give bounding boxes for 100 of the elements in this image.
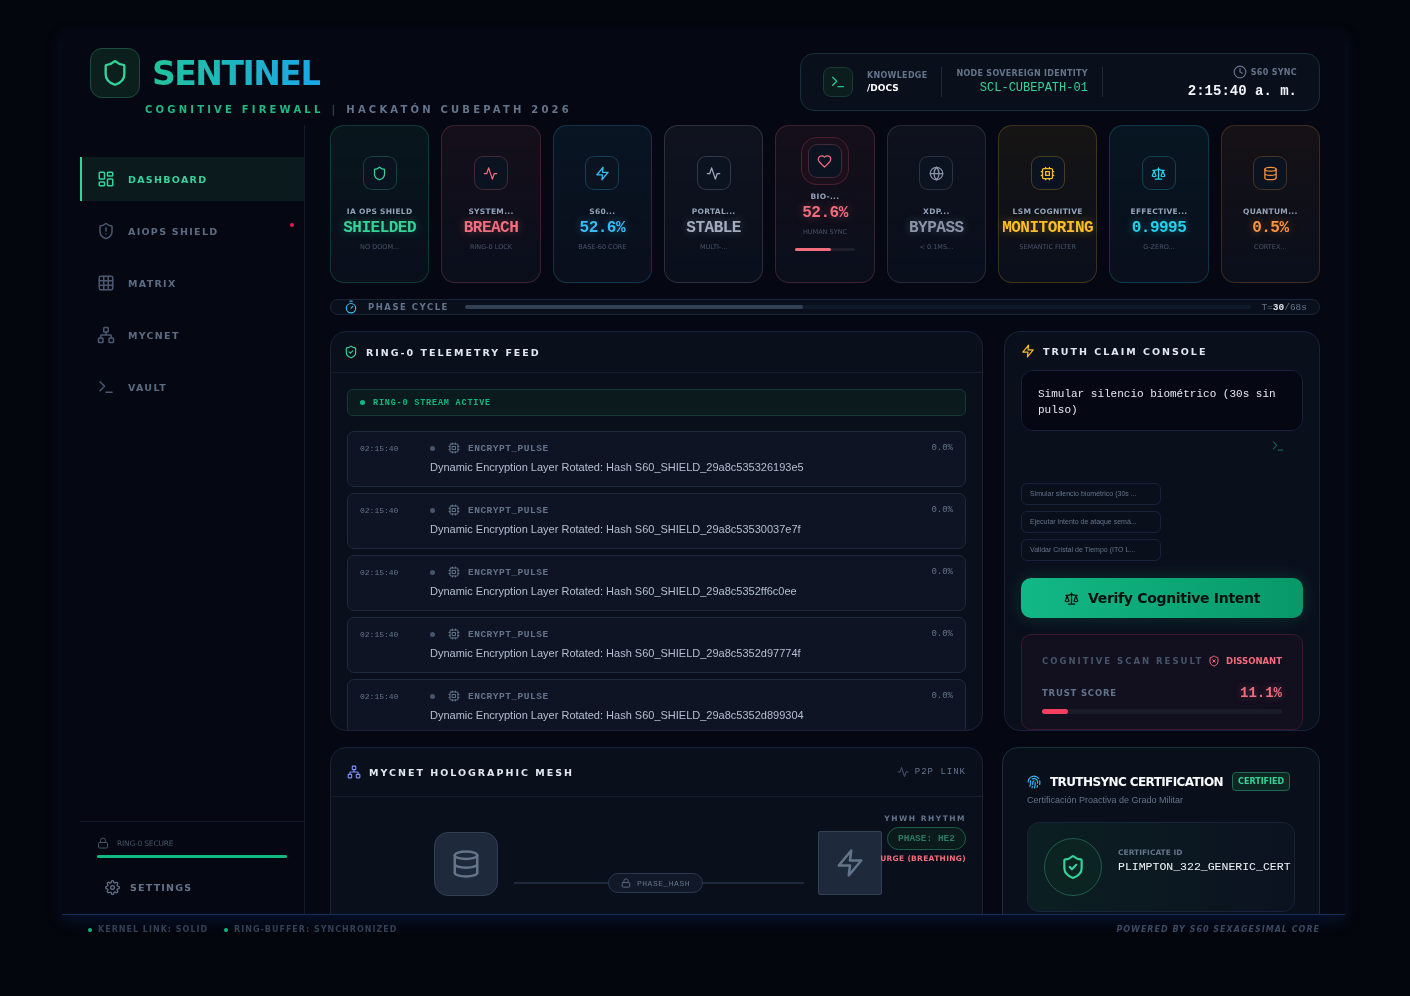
shield-check-icon (1060, 854, 1086, 880)
shield-check-icon (344, 345, 358, 359)
status-dot (430, 569, 435, 575)
card-value: 0.5% (1252, 219, 1289, 237)
chip-icon (448, 690, 460, 702)
log-message: Dynamic Encryption Layer Rotated: Hash S60_SHIELD_29a8c535326193e5 (430, 461, 805, 473)
dashboard-icon (97, 170, 115, 188)
certificate-id: PLIMPTON_322_GENERIC_CERT (1118, 860, 1291, 873)
terminal-button[interactable] (823, 67, 853, 97)
lock-icon (97, 837, 109, 849)
phase-reading: T=30/68s (1261, 301, 1307, 313)
chip-icon (448, 442, 460, 454)
chip-icon (448, 504, 460, 516)
log-message: Dynamic Encryption Layer Rotated: Hash S60_SHIELD_29a8c53530037e7f (430, 523, 802, 535)
settings-link[interactable]: SETTINGS (97, 880, 287, 895)
log-percent: 0.0% (931, 443, 953, 453)
phase-label: PHASE CYCLE (368, 302, 449, 312)
lock-icon (621, 878, 631, 888)
lightning-icon (835, 848, 865, 878)
knowledge-label: KNOWLEDGE (867, 71, 928, 80)
shield-alert-icon (97, 222, 115, 240)
log-percent: 0.0% (931, 505, 953, 515)
separator: | (331, 104, 339, 115)
scales-icon (1151, 165, 1167, 181)
log-time: 02:15:40 (360, 629, 400, 641)
result-label: COGNITIVE SCAN RESULT (1042, 656, 1204, 667)
card-value: BYPASS (909, 219, 964, 237)
sidebar-item[interactable]: MATRIX (80, 261, 304, 305)
scales-icon (1063, 590, 1079, 606)
fingerprint-icon (1027, 774, 1041, 789)
phase-badge: PHASE: HE2 (887, 827, 966, 850)
link-status: P2P LINK (914, 767, 966, 777)
status-dot (430, 631, 435, 637)
stream-banner: RING-0 STREAM ACTIVE (347, 389, 966, 416)
card-value: 52.6% (579, 219, 626, 237)
clock-icon (1232, 65, 1247, 79)
claim-input[interactable]: Simular silencio biométrico (30s sin pulso) (1021, 370, 1303, 431)
pulse-icon (483, 165, 499, 181)
sidebar-item[interactable]: AIOPS SHIELD (80, 209, 304, 253)
log-percent: 0.0% (931, 691, 953, 701)
panel-title: TRUTHSYNC CERTIFICATION (1050, 774, 1224, 789)
sidebar-item[interactable]: DASHBOARD (80, 157, 304, 201)
heart-icon (817, 153, 833, 169)
log-type: ENCRYPT_PULSE (468, 442, 549, 454)
verify-button[interactable]: Verify Cognitive Intent (1021, 577, 1303, 619)
identity-label: NODE SOVEREIGN IDENTITY (956, 69, 1088, 78)
terminal-icon (97, 378, 115, 396)
panel-title: RING-0 TELEMETRY FEED (366, 346, 541, 358)
settings-icon (105, 880, 120, 895)
panel-subtitle: Certificación Proactiva de Grado Militar (1027, 795, 1185, 805)
chip-icon (448, 628, 460, 640)
card-value: SHIELDED (343, 219, 417, 237)
identity-value: SCL-CUBEPATH-01 (979, 81, 1088, 95)
trust-label: TRUST SCORE (1042, 688, 1117, 699)
shield-x-icon (1208, 655, 1221, 668)
sidebar-item[interactable]: MYCNET (80, 313, 304, 357)
log-time: 02:15:40 (360, 505, 400, 517)
network-icon (97, 326, 115, 344)
log-type: ENCRYPT_PULSE (468, 628, 549, 640)
terminal-icon (1271, 438, 1285, 453)
log-percent: 0.0% (931, 567, 953, 577)
card-value: STABLE (686, 219, 741, 237)
database-node[interactable] (434, 832, 498, 896)
card-value: MONITORING (1002, 219, 1094, 237)
lightning-icon (1021, 344, 1035, 359)
footer-status: KERNEL LINK: SOLID (88, 925, 209, 934)
lightning-icon (594, 165, 610, 181)
card-value: 52.6% (802, 204, 848, 222)
sync-label: S60 SYNC (1250, 67, 1297, 77)
lightning-node[interactable] (818, 831, 882, 895)
certified-badge: CERTIFIED (1232, 772, 1291, 791)
chip-icon (448, 566, 460, 578)
pulse-icon (896, 766, 909, 778)
log-type: ENCRYPT_PULSE (468, 690, 549, 702)
log-message: Dynamic Encryption Layer Rotated: Hash S60_SHIELD_29a8c5352d97774f (430, 647, 802, 659)
pulse-icon (706, 165, 722, 181)
terminal-icon (830, 74, 846, 90)
footer-status: RING-BUFFER: SYNCHRONIZED (224, 925, 398, 934)
log-time: 02:15:40 (360, 443, 400, 455)
panel-title: MYCNET HOLOGRAPHIC MESH (369, 766, 574, 778)
grid-icon (97, 274, 115, 292)
network-icon (347, 765, 361, 779)
panel-title: TRUTH CLAIM CONSOLE (1043, 345, 1208, 357)
trust-value: 11.1% (1240, 685, 1282, 702)
database-icon (451, 849, 481, 879)
log-type: ENCRYPT_PULSE (468, 504, 549, 516)
sidebar-item[interactable]: VAULT (80, 365, 304, 409)
status-dot (430, 507, 435, 513)
footer-credit: POWERED BY S60 SEXAGESIMAL CORE (1116, 925, 1320, 934)
log-message: Dynamic Encryption Layer Rotated: Hash S60_SHIELD_29a8c5352ff6c0ee (430, 585, 798, 597)
event-name: HACKATÓN CUBEPATH 2026 (346, 104, 572, 115)
chip-icon (1040, 165, 1056, 181)
log-type: ENCRYPT_PULSE (468, 566, 549, 578)
sync-time: 2:15:40 a. m. (1187, 83, 1297, 99)
status-dot (430, 445, 435, 451)
log-message: Dynamic Encryption Layer Rotated: Hash S60_SHIELD_29a8c5352d899304 (430, 709, 805, 721)
log-time: 02:15:40 (360, 691, 400, 703)
log-time: 02:15:40 (360, 567, 400, 579)
docs-link[interactable]: /DOCS (867, 83, 928, 93)
app-tagline: COGNITIVE FIREWALL (145, 104, 324, 115)
